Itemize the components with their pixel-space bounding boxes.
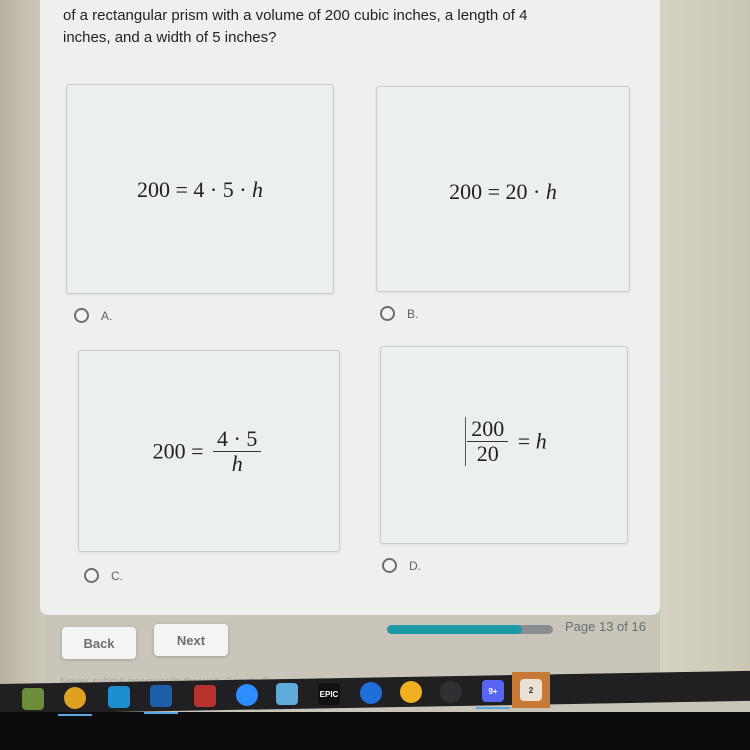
app-blue-circle-icon[interactable] — [360, 682, 382, 704]
eq-op: = — [191, 438, 204, 464]
monitor-bezel — [0, 712, 750, 750]
progress-bar — [387, 625, 553, 634]
eq-lhs: 200 — [449, 179, 483, 204]
fraction-denominator: h — [213, 452, 261, 476]
option-b-card[interactable]: 200 = 20 · h — [376, 86, 630, 292]
option-d-label: D. — [409, 558, 421, 573]
zoom-icon[interactable] — [236, 684, 258, 706]
next-button[interactable]: Next — [154, 624, 228, 656]
question-line-2: inches, and a width of 5 inches? — [63, 29, 277, 46]
eq-rhs: 20 · — [505, 179, 546, 204]
fraction-numerator: 200 — [467, 417, 509, 442]
option-a-radio-row[interactable]: A. — [74, 308, 112, 323]
option-c-radio[interactable] — [84, 568, 99, 583]
option-b-radio-row[interactable]: B. — [380, 306, 418, 321]
question-line-1: of a rectangular prism with a volume of … — [63, 7, 528, 24]
option-a-card[interactable]: 200 = 4 · 5 · h — [66, 84, 334, 294]
eq-var: h — [252, 177, 264, 202]
eq-lhs: 200 — [152, 438, 186, 464]
fraction-numerator: 4 · 5 — [213, 427, 262, 452]
background-left — [0, 0, 45, 690]
option-d-card[interactable]: 200 20 = h — [380, 346, 628, 544]
option-c-equation: 200 = 4 · 5 h — [79, 427, 339, 476]
progress-bar-fill — [387, 625, 522, 634]
option-c-label: C. — [111, 568, 123, 583]
amazon-icon[interactable] — [108, 686, 130, 708]
eq-var: h — [535, 428, 547, 454]
chrome-icon[interactable] — [64, 687, 86, 709]
obs-icon[interactable] — [440, 681, 462, 703]
xbox-icon[interactable]: 2 — [520, 679, 542, 701]
winrar-icon[interactable] — [194, 685, 216, 707]
option-b-equation: 200 = 20 · h — [377, 179, 629, 205]
background-right — [660, 0, 750, 690]
eq-rhs: 4 · 5 · — [193, 177, 253, 202]
eq-op: = — [175, 177, 188, 202]
option-a-radio[interactable] — [74, 308, 89, 323]
option-d-radio-row[interactable]: D. — [382, 558, 421, 573]
option-c-radio-row[interactable]: C. — [84, 568, 123, 583]
taskbar-active-indicator — [476, 707, 510, 709]
discord-icon[interactable]: 9+ — [482, 680, 504, 702]
eq-var: h — [545, 179, 557, 204]
taskbar-active-indicator — [58, 714, 92, 716]
eq-op: = — [487, 179, 501, 204]
minecraft-icon[interactable] — [22, 688, 44, 710]
photos-icon[interactable] — [276, 683, 298, 705]
taskbar-active-indicator — [144, 712, 178, 714]
eq-fraction: 200 20 — [465, 417, 509, 466]
back-button[interactable]: Back — [62, 627, 136, 659]
epic-games-icon[interactable]: EPIC — [318, 683, 340, 705]
eq-op: = — [517, 428, 531, 454]
option-d-radio[interactable] — [382, 558, 397, 573]
fraction-denominator: 20 — [476, 441, 499, 466]
question-text: of a rectangular prism with a volume of … — [63, 5, 603, 49]
weather-icon[interactable] — [400, 681, 422, 703]
option-d-equation: 200 20 = h — [381, 417, 627, 466]
option-b-label: B. — [407, 306, 419, 321]
option-c-card[interactable]: 200 = 4 · 5 h — [78, 350, 340, 552]
eq-fraction: 4 · 5 h — [213, 427, 262, 476]
steam-icon[interactable] — [150, 685, 172, 707]
option-b-radio[interactable] — [380, 306, 395, 321]
eq-lhs: 200 — [136, 177, 170, 202]
option-a-equation: 200 = 4 · 5 · h — [67, 177, 333, 203]
fraction-denominator-var: h — [231, 451, 243, 476]
page-indicator: Page 13 of 16 — [565, 619, 646, 634]
option-a-label: A. — [101, 308, 113, 323]
